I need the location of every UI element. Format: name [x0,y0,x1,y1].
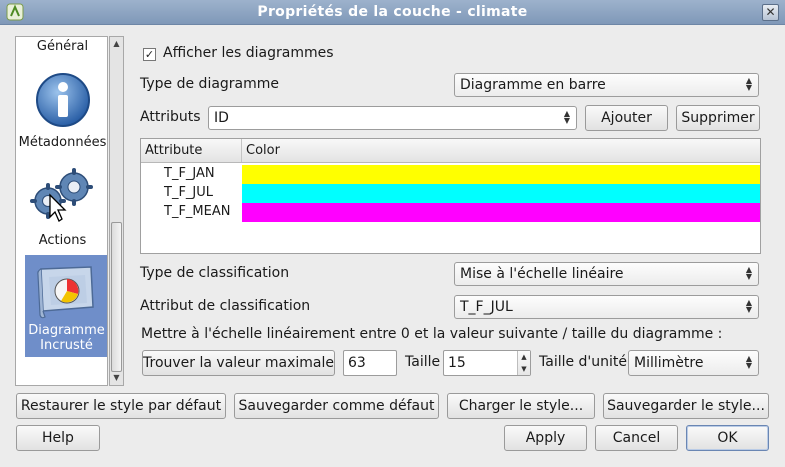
unit-value: Millimètre [634,355,704,371]
save-style-button[interactable]: Sauvegarder le style... [603,393,769,419]
color-swatch[interactable] [242,184,760,203]
combo-arrows-icon: ▲ ▼ [745,298,752,314]
close-button[interactable]: ✕ [762,4,779,21]
show-diagrams-label: Afficher les diagrammes [163,45,334,61]
gears-icon [29,168,93,222]
diagram-type-select[interactable]: Diagramme en barre ▲ ▼ [454,73,759,97]
combo-arrows-icon: ▲ ▼ [745,354,752,370]
apply-button[interactable]: Apply [504,425,587,451]
scroll-up-icon[interactable]: ▲ [111,38,122,50]
restore-default-style-button[interactable]: Restaurer le style par défaut [16,393,226,419]
diagram-icon [36,266,94,319]
table-row[interactable]: T_F_JUL [141,184,760,203]
classification-attribute-value: T_F_JUL [460,299,513,315]
table-row[interactable]: T_F_MEAN [141,203,760,222]
sidebar-item-diagram[interactable]: Diagramme Incrusté [25,255,107,357]
table-header: Attribute Color [141,139,760,163]
help-button[interactable]: Help [16,425,100,451]
classification-type-value: Mise à l'échelle linéaire [460,266,624,282]
classification-attribute-label: Attribut de classification [140,298,311,314]
size-label: Taille [405,354,441,370]
add-attribute-button[interactable]: Ajouter [585,105,668,131]
sidebar-item-general[interactable]: Général [16,39,107,54]
load-style-button[interactable]: Charger le style... [447,393,595,419]
sidebar-list[interactable]: Général Métadonnées Actions Diagramme In… [15,36,108,386]
attributes-label: Attributs [140,109,201,125]
classification-type-label: Type de classification [140,265,290,281]
scale-description: Mettre à l'échelle linéairement entre 0 … [141,326,723,342]
sidebar-item-label: Incrusté [40,338,93,353]
spin-arrows-icon[interactable]: ▲ ▼ [517,351,530,375]
table-row[interactable]: T_F_JAN [141,165,760,184]
column-header-attribute[interactable]: Attribute [145,143,202,158]
size-spinbox[interactable]: 15 ▲ ▼ [443,350,531,376]
diagram-type-value: Diagramme en barre [460,77,606,93]
combo-arrows-icon: ▲ ▼ [745,265,752,281]
unit-label: Taille d'unité [539,354,628,370]
attributes-select[interactable]: ID ▲ ▼ [208,106,577,130]
scrollbar-thumb[interactable] [111,222,122,372]
remove-attribute-button[interactable]: Supprimer [676,105,760,131]
attribute-name: T_F_JUL [164,185,214,200]
sidebar-item-label: Diagramme [28,323,105,338]
diagram-type-label: Type de diagramme [140,76,280,92]
combo-arrows-icon: ▲ ▼ [563,109,570,125]
save-as-default-button[interactable]: Sauvegarder comme défaut [234,393,439,419]
color-swatch[interactable] [242,203,760,222]
sidebar-item-label: Métadonnées [18,135,107,150]
sidebar-item-metadata[interactable]: Métadonnées [16,67,107,157]
attribute-color-table[interactable]: Attribute Color T_F_JAN T_F_JUL T_F_MEAN [140,138,761,254]
scroll-down-icon[interactable]: ▼ [111,372,122,384]
dialog-body: Général Métadonnées Actions Diagramme In… [0,25,785,467]
max-value-input[interactable]: 63 [343,350,397,376]
attribute-name: T_F_MEAN [164,204,231,219]
find-max-button[interactable]: Trouver la valeur maximale [142,350,335,376]
sidebar-item-label: Général [36,39,89,54]
attributes-value: ID [214,110,229,126]
show-diagrams-checkbox[interactable]: ✓ [143,48,156,61]
classification-attribute-select[interactable]: T_F_JUL ▲ ▼ [454,295,759,319]
cancel-button[interactable]: Cancel [595,425,678,451]
unit-select[interactable]: Millimètre ▲ ▼ [628,350,759,376]
sidebar-item-actions[interactable]: Actions [16,165,107,255]
sidebar-scrollbar[interactable]: ▲ ▼ [109,36,124,386]
attribute-name: T_F_JAN [164,166,215,181]
window-title: Propriétés de la couche - climate [257,4,528,20]
title-bar: Propriétés de la couche - climate ✕ [0,0,785,25]
info-icon [35,73,90,127]
color-swatch[interactable] [242,165,760,184]
classification-type-select[interactable]: Mise à l'échelle linéaire ▲ ▼ [454,262,759,286]
ok-button[interactable]: OK [686,425,769,451]
column-header-color[interactable]: Color [241,139,280,162]
size-value: 15 [448,355,466,371]
sidebar-item-label: Actions [38,233,87,248]
combo-arrows-icon: ▲ ▼ [745,76,752,92]
